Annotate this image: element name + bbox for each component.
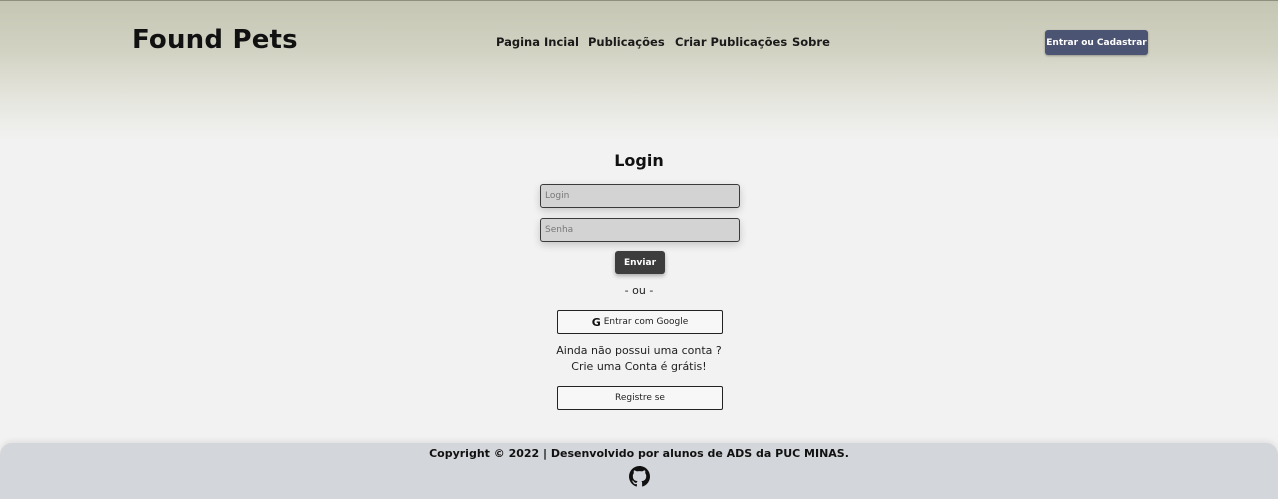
or-separator: - ou - (624, 284, 654, 297)
login-register-button[interactable]: Entrar ou Cadastrar (1045, 30, 1148, 55)
nav-item-publications[interactable]: Publicações (588, 35, 665, 49)
nav-item-about[interactable]: Sobre (792, 35, 830, 49)
nav-item-home[interactable]: Pagina Incial (496, 35, 579, 49)
google-icon: G (591, 315, 601, 329)
login-title: Login (614, 151, 664, 170)
register-button[interactable]: Registre se (557, 386, 723, 410)
create-account-text: Crie uma Conta é grátis! (571, 360, 707, 373)
site-header: Found Pets Pagina Incial Publicações Cri… (0, 0, 1278, 140)
no-account-text: Ainda não possui uma conta ? (556, 344, 722, 357)
brand-logo[interactable]: Found Pets (132, 25, 298, 55)
copyright-text: Copyright © 2022 | Desenvolvido por alun… (429, 447, 849, 460)
site-footer: Copyright © 2022 | Desenvolvido por alun… (0, 443, 1278, 499)
password-input[interactable]: Senha (540, 218, 740, 242)
submit-button[interactable]: Enviar (615, 251, 665, 274)
google-login-button[interactable]: G Entrar com Google (557, 310, 723, 334)
login-input[interactable]: Login (540, 184, 740, 208)
github-icon[interactable] (629, 466, 650, 487)
google-login-label: Entrar com Google (603, 317, 689, 327)
nav-item-create-publication[interactable]: Criar Publicações (675, 35, 787, 49)
